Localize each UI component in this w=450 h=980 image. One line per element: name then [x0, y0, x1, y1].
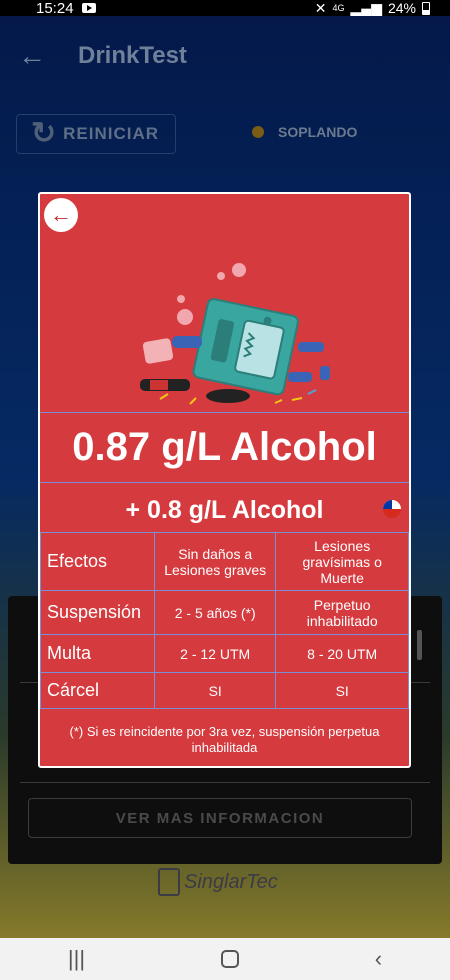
table-row: Suspensión 2 - 5 años (*) Perpetuo inhab… — [40, 590, 409, 635]
table-cell: Lesiones gravísimas o Muerte — [275, 532, 409, 591]
penalties-table: Efectos Sin daños a Lesiones graves Lesi… — [40, 532, 409, 709]
app-bar: ← DrinkTest — [0, 16, 450, 96]
network-type: 4G — [332, 3, 345, 13]
battery-percent: 24% — [387, 0, 416, 16]
signal-icon: ▂▄▆ — [350, 0, 382, 16]
divider — [20, 782, 430, 783]
table-cell: Sin daños a Lesiones graves — [153, 532, 277, 591]
singlartec-logo: SinglarTec — [158, 868, 278, 896]
drunk-robot-illustration — [140, 263, 330, 405]
alcohol-reading: 0.87 g/L Alcohol — [72, 425, 377, 469]
back-arrow-icon[interactable]: ← — [18, 40, 48, 72]
row-label: Efectos — [40, 532, 155, 591]
divider — [40, 482, 409, 483]
table-cell: 8 - 20 UTM — [275, 634, 409, 673]
reset-button[interactable]: ↻ REINICIAR — [16, 114, 176, 154]
close-dialog-back-arrow-icon[interactable]: ← — [44, 198, 78, 232]
table-cell: 2 - 12 UTM — [153, 634, 277, 673]
row-label: Suspensión — [40, 590, 155, 635]
divider — [40, 412, 409, 413]
threshold-label: + 0.8 g/L Alcohol — [125, 496, 324, 524]
status-dot-icon — [252, 126, 264, 138]
table-row: Multa 2 - 12 UTM 8 - 20 UTM — [40, 634, 409, 673]
row-label: Cárcel — [40, 672, 155, 709]
footnote: (*) Si es reincidente por 3ra vez, suspe… — [69, 724, 380, 755]
home-icon[interactable] — [220, 950, 239, 968]
logo-text: SinglarTec — [184, 870, 278, 893]
table-row: Cárcel SI SI — [40, 672, 409, 709]
recent-apps-icon[interactable]: ||| — [68, 946, 85, 972]
mute-icon: ✕ — [314, 0, 327, 16]
youtube-notification-icon — [81, 3, 96, 13]
system-nav-bar: ||| ‹ — [0, 938, 450, 980]
row-label: Multa — [40, 634, 155, 673]
blow-status-label: SOPLANDO — [278, 124, 358, 140]
app-title: DrinkTest — [78, 42, 187, 69]
blow-status: SOPLANDO — [252, 124, 357, 140]
status-bar: 15:24 ✕ 4G ▂▄▆ 24% — [0, 0, 450, 17]
refresh-icon: ↻ — [31, 117, 58, 150]
table-cell: SI — [275, 672, 409, 709]
scrollbar[interactable] — [417, 630, 422, 660]
table-row: Efectos Sin daños a Lesiones graves Lesi… — [40, 532, 409, 591]
back-icon[interactable]: ‹ — [375, 946, 382, 972]
chile-flag-icon — [383, 500, 401, 518]
table-cell: SI — [153, 672, 277, 709]
table-cell: 2 - 5 años (*) — [153, 590, 277, 635]
more-info-button[interactable]: VER MAS INFORMACION — [28, 798, 412, 838]
result-dialog: ← 0.87 g/L Alcohol + 0.8 g/L Alcohol Efe… — [38, 192, 411, 768]
reset-label: REINICIAR — [63, 124, 160, 143]
battery-icon — [422, 1, 430, 15]
table-cell: Perpetuo inhabilitado — [275, 590, 409, 635]
logo-mark-icon — [158, 868, 180, 896]
clock: 15:24 — [36, 0, 74, 17]
